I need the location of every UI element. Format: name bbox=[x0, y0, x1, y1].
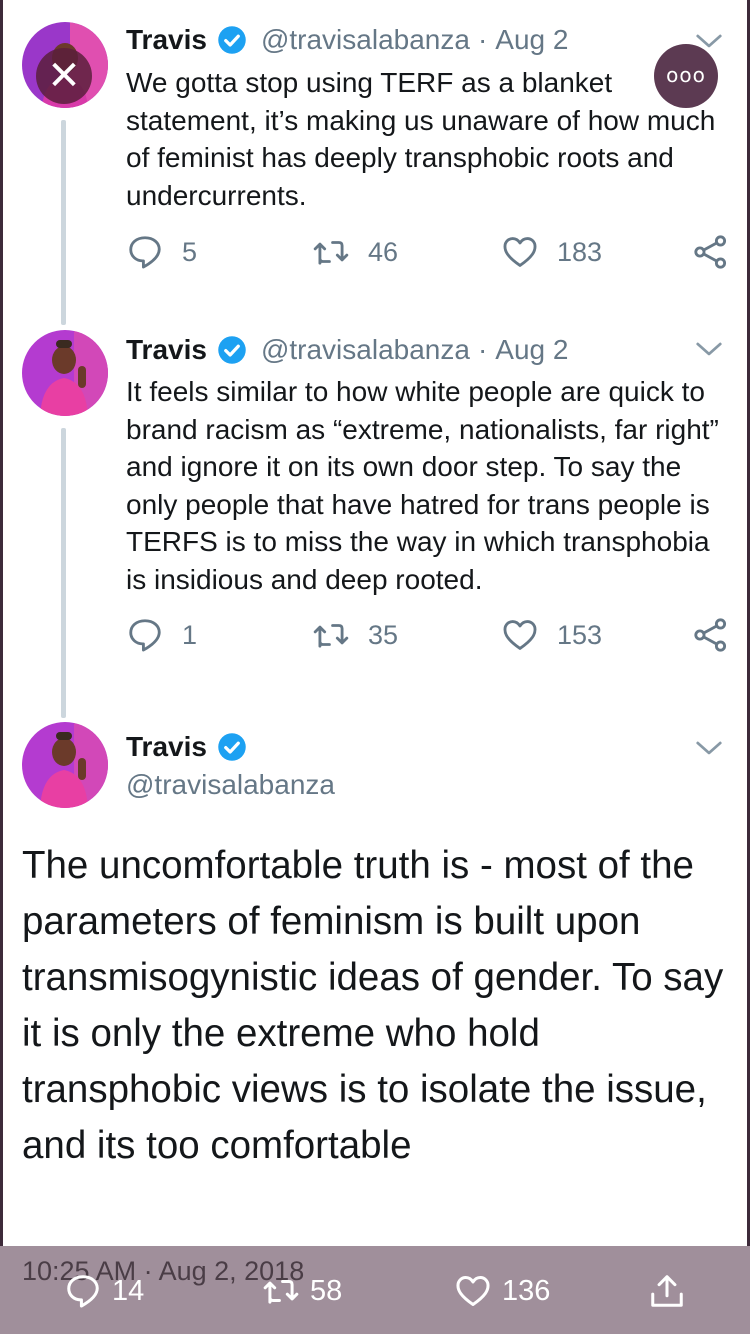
main-tweet-header: Travis bbox=[126, 731, 261, 763]
share-icon bbox=[694, 618, 727, 652]
verified-icon bbox=[218, 26, 246, 54]
avatar[interactable] bbox=[22, 722, 108, 808]
author-handle[interactable]: @travisalabanza bbox=[261, 334, 470, 366]
author-handle[interactable]: @travisalabanza bbox=[261, 24, 470, 56]
share-button[interactable] bbox=[692, 616, 748, 654]
share-icon bbox=[694, 235, 727, 269]
retweet-button[interactable]: 58 bbox=[262, 1272, 342, 1310]
reply-icon bbox=[129, 619, 161, 652]
like-icon bbox=[456, 1276, 490, 1306]
window-frame-left bbox=[0, 0, 3, 1334]
retweet-button[interactable]: 46 bbox=[312, 233, 398, 271]
like-button[interactable]: 136 bbox=[454, 1272, 550, 1310]
reply-button[interactable]: 14 bbox=[64, 1272, 144, 1310]
author-handle[interactable]: @travisalabanza bbox=[126, 769, 335, 801]
thread-line bbox=[61, 120, 66, 325]
retweet-button[interactable]: 35 bbox=[312, 616, 398, 654]
author-name[interactable]: Travis bbox=[126, 731, 207, 763]
tweet-text: It feels similar to how white people are… bbox=[126, 376, 719, 595]
verified-icon bbox=[218, 733, 246, 761]
reply-icon bbox=[67, 1275, 99, 1308]
retweet-icon bbox=[313, 241, 349, 265]
main-tweet-handle-row: @travisalabanza bbox=[126, 769, 335, 801]
like-count: 183 bbox=[557, 236, 603, 267]
tweet-header: Travis @travisalabanza · Aug 2 bbox=[126, 334, 568, 366]
close-icon[interactable]: ✕ bbox=[36, 48, 92, 104]
main-tweet-text: The uncomfortable truth is - most of the… bbox=[22, 844, 724, 1167]
retweet-count: 35 bbox=[368, 619, 399, 650]
chevron-down-icon[interactable] bbox=[694, 733, 724, 763]
tweet-actions: 5 46 183 bbox=[126, 233, 736, 273]
retweet-count: 46 bbox=[368, 236, 399, 267]
retweet-icon bbox=[263, 1279, 299, 1304]
tweet-header: Travis @travisalabanza · Aug 2 bbox=[126, 24, 568, 56]
like-count: 153 bbox=[557, 619, 603, 650]
tweet-date[interactable]: Aug 2 bbox=[495, 334, 568, 366]
reply-count: 5 bbox=[182, 236, 198, 267]
tweet-date[interactable]: Aug 2 bbox=[495, 24, 568, 56]
verified-icon bbox=[218, 336, 246, 364]
like-icon bbox=[503, 620, 537, 650]
author-name[interactable]: Travis bbox=[126, 24, 207, 56]
like-button[interactable]: 183 bbox=[501, 233, 602, 271]
reply-button[interactable]: 5 bbox=[126, 233, 197, 271]
upload-icon bbox=[651, 1275, 683, 1307]
tweet-actions: 1 35 153 bbox=[126, 616, 736, 656]
avatar[interactable] bbox=[22, 330, 108, 416]
chevron-down-icon[interactable] bbox=[694, 334, 724, 364]
reply-icon bbox=[129, 236, 161, 269]
reply-count: 14 bbox=[112, 1274, 145, 1307]
like-count: 136 bbox=[502, 1274, 551, 1307]
separator-dot: · bbox=[477, 334, 488, 365]
tweet-text: We gotta stop using TERF as a blanket st… bbox=[126, 67, 716, 211]
like-button[interactable]: 153 bbox=[501, 616, 602, 654]
like-icon bbox=[503, 237, 537, 267]
retweet-icon bbox=[313, 624, 349, 648]
separator-dot: · bbox=[477, 24, 488, 55]
upload-button[interactable] bbox=[648, 1272, 696, 1310]
share-button[interactable] bbox=[692, 233, 748, 271]
reply-button[interactable]: 1 bbox=[126, 616, 197, 654]
author-name[interactable]: Travis bbox=[126, 334, 207, 366]
retweet-count: 58 bbox=[310, 1274, 343, 1307]
reply-count: 1 bbox=[182, 619, 198, 650]
thread-line bbox=[61, 428, 66, 718]
